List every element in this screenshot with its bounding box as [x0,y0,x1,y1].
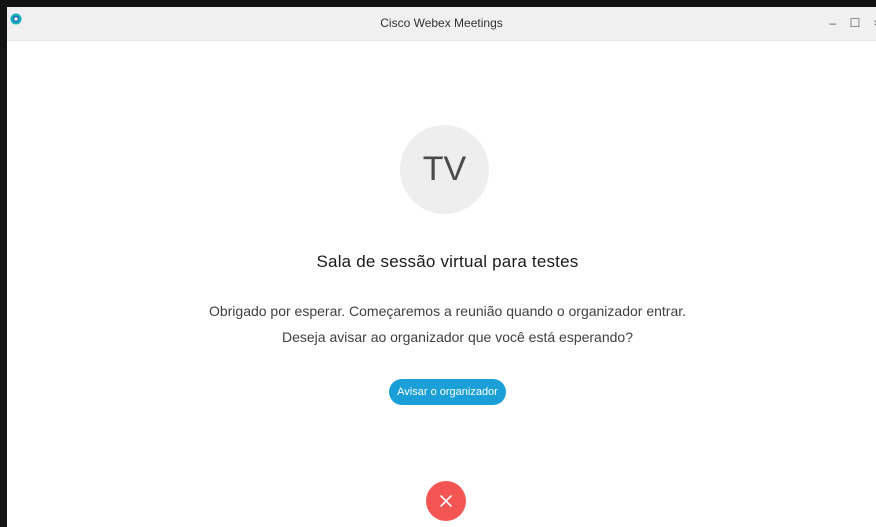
meeting-title: Sala de sessão virtual para testes [316,252,579,271]
close-icon [440,495,452,507]
waiting-message: Obrigado por esperar. Começaremos a reun… [208,303,687,319]
minimize-button[interactable]: – [825,15,841,31]
app-window: Cisco Webex Meetings – ☐ × TV Sala de se… [0,0,876,527]
maximize-button[interactable]: ☐ [847,15,863,31]
notify-prompt: Deseja avisar ao organizador que você es… [281,329,633,345]
host-avatar: TV [400,125,489,214]
notify-organizer-button[interactable]: Avisar o organizador [389,379,506,405]
lobby-content: TV Sala de sessão virtual para testes Ob… [7,40,876,527]
window-title: Cisco Webex Meetings [380,16,503,30]
title-bar: Cisco Webex Meetings – ☐ × [7,7,876,41]
leave-button[interactable] [426,481,466,521]
close-window-button[interactable]: × [869,15,876,31]
